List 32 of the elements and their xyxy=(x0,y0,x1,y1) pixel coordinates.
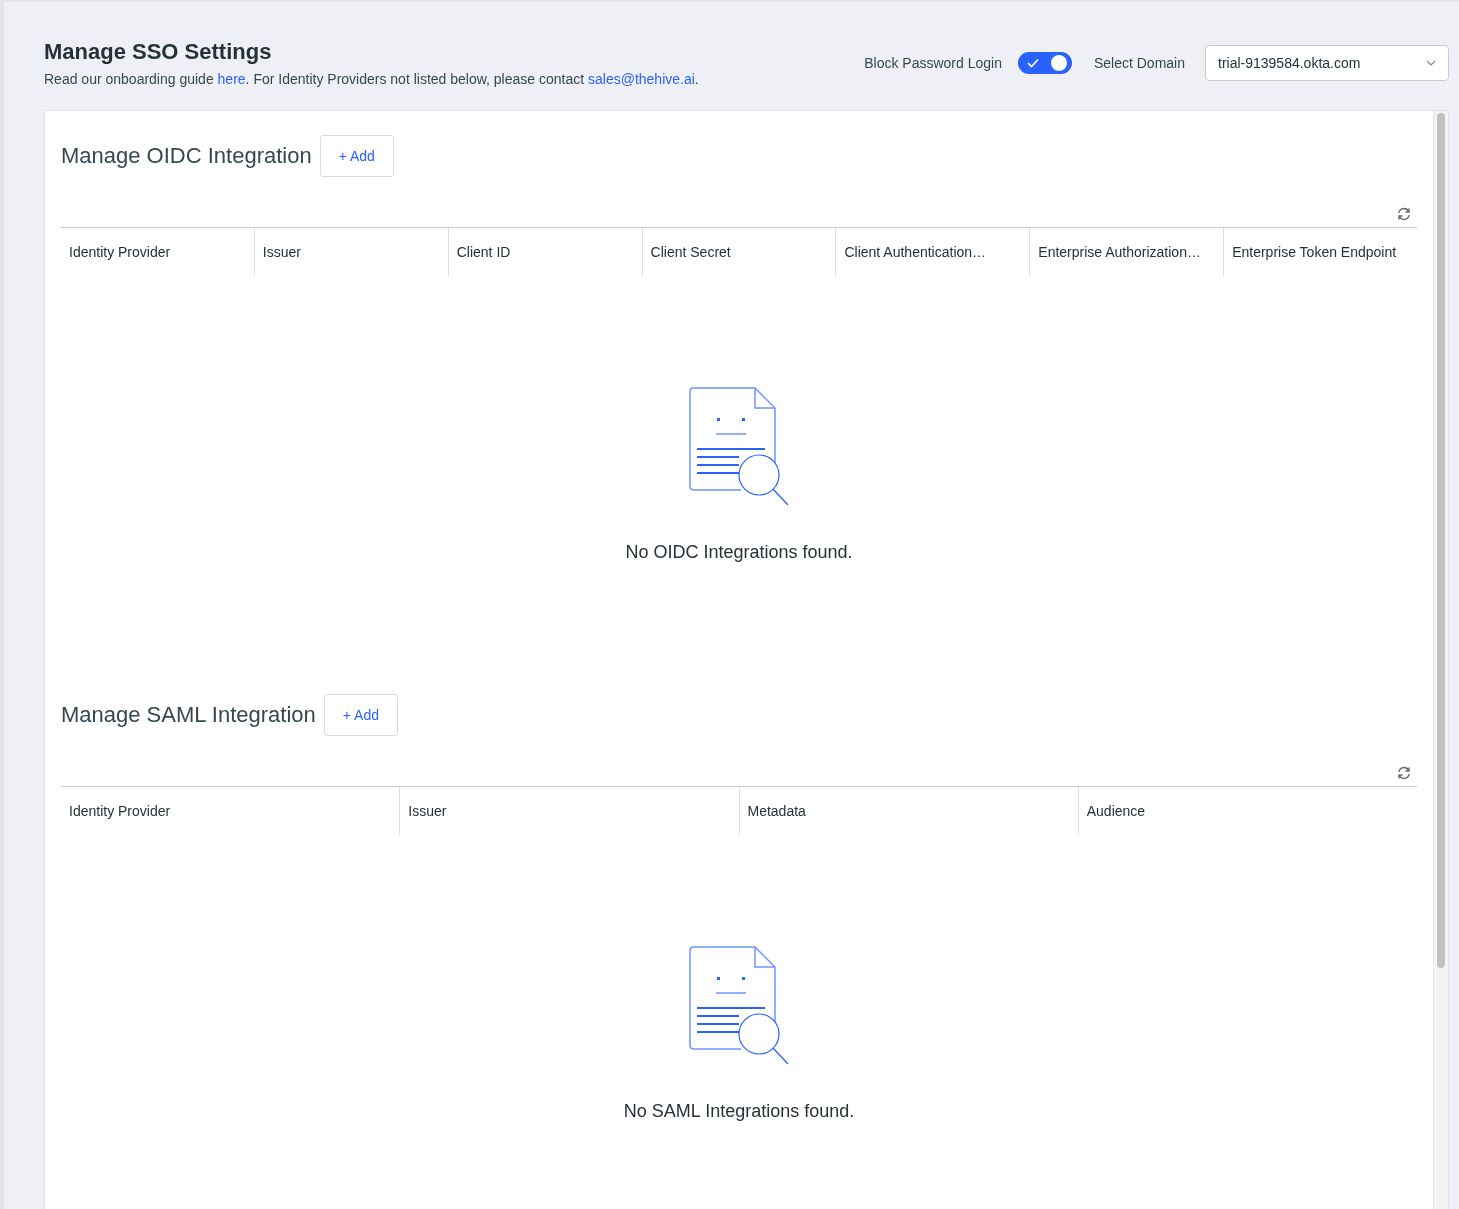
add-button[interactable]: + Add xyxy=(319,135,394,177)
empty-document-search-icon xyxy=(689,386,789,506)
column-header: Client ID xyxy=(447,228,642,276)
empty-message: No SAML Integrations found. xyxy=(623,1101,855,1122)
intro-link[interactable]: here xyxy=(217,71,246,87)
column-header: Issuer xyxy=(253,228,448,276)
select-domain-label: Select Domain xyxy=(1093,55,1185,71)
page-title: Manage SSO Settings xyxy=(44,39,273,65)
intro-link[interactable]: sales@thehive.ai xyxy=(588,71,695,87)
column-header: Audience xyxy=(1077,787,1417,835)
column-header: Client Authentication… xyxy=(835,228,1030,276)
refresh-icon[interactable] xyxy=(1397,766,1411,780)
empty-message: No OIDC Integrations found. xyxy=(625,542,853,563)
column-header: Issuer xyxy=(399,787,739,835)
section-title: Manage SAML Integration xyxy=(61,702,316,728)
block-password-toggle[interactable] xyxy=(1017,52,1072,74)
column-header: Identity Provider xyxy=(68,802,172,821)
column-header: Enterprise Authorization… xyxy=(1029,228,1224,276)
column-header: Enterprise Token Endpoint xyxy=(1223,228,1417,276)
column-header: Identity Provider xyxy=(68,243,172,262)
block-password-label: Block Password Login xyxy=(864,55,1002,71)
refresh-icon[interactable] xyxy=(1397,207,1411,221)
chevron-down-icon xyxy=(1426,60,1436,66)
domain-select[interactable]: trial-9139584.okta.com xyxy=(1205,45,1449,81)
intro-text: Read our onboarding guide here. For Identity Providers not listed below, please contact sales@thehive.ai. xyxy=(44,71,700,87)
scrollbar[interactable] xyxy=(1433,111,1448,1209)
column-header: Client Secret xyxy=(641,228,836,276)
section-title: Manage OIDC Integration xyxy=(61,143,312,169)
column-header: Metadata xyxy=(738,787,1078,835)
add-button[interactable]: + Add xyxy=(323,694,398,736)
empty-document-search-icon xyxy=(689,945,789,1065)
check-icon xyxy=(1026,58,1039,68)
